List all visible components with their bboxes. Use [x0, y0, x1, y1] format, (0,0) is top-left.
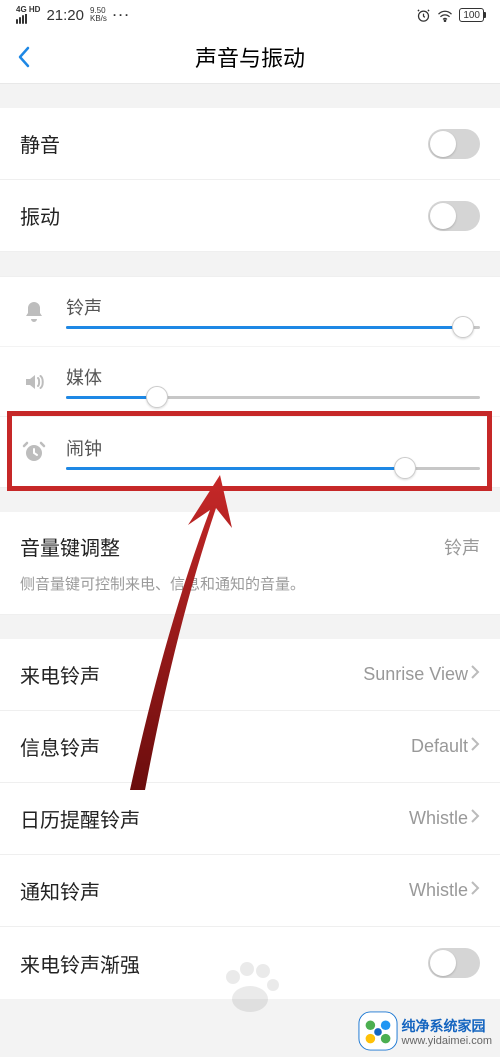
calendar-ringtone-label: 日历提醒铃声 [20, 804, 140, 833]
status-left-cluster: 4G HD 21:20 9.50 KB/s ··· [16, 6, 131, 24]
incoming-ringtone-label: 来电铃声 [20, 660, 100, 689]
notification-ringtone-value: Whistle [409, 880, 468, 901]
section-spacer [0, 84, 500, 108]
row-vibration[interactable]: 振动 [0, 180, 500, 252]
status-bar: 4G HD 21:20 9.50 KB/s ··· 100 [0, 0, 500, 30]
chevron-right-icon [470, 736, 480, 757]
volume-key-value: 铃声 [444, 534, 480, 560]
alarm-slider[interactable] [66, 467, 480, 470]
watermark-url: www.yidaimei.com [402, 1036, 492, 1047]
alarm-slider-body: 闹钟 [66, 435, 480, 470]
ringtone-slider-label: 铃声 [66, 294, 480, 320]
page-title: 声音与振动 [0, 41, 500, 73]
incoming-ringtone-value: Sunrise View [363, 664, 468, 685]
vibration-label: 振动 [20, 201, 60, 230]
mute-label: 静音 [20, 129, 60, 158]
media-slider-body: 媒体 [66, 364, 480, 399]
mute-toggle[interactable] [428, 129, 480, 159]
status-right-cluster: 100 [416, 8, 484, 23]
message-ringtone-value: Default [411, 736, 468, 757]
slider-row-media: 媒体 [0, 347, 500, 417]
vibration-toggle[interactable] [428, 201, 480, 231]
row-message-ringtone[interactable]: 信息铃声 Default [0, 711, 500, 783]
watermark-logo-icon [358, 1011, 398, 1051]
watermark-ghost-icon [0, 957, 500, 1017]
row-mute[interactable]: 静音 [0, 108, 500, 180]
row-notification-ringtone[interactable]: 通知铃声 Whistle [0, 855, 500, 927]
section-spacer [0, 615, 500, 639]
notification-ringtone-label: 通知铃声 [20, 876, 100, 905]
bell-icon [20, 300, 48, 324]
status-more-icon: ··· [113, 8, 131, 22]
slider-row-ringtone: 铃声 [0, 277, 500, 347]
media-slider-label: 媒体 [66, 364, 480, 390]
chevron-right-icon [470, 880, 480, 901]
navigation-bar: 声音与振动 [0, 30, 500, 84]
watermark: 纯净系统家园 www.yidaimei.com [358, 1011, 492, 1051]
back-button[interactable] [0, 30, 48, 84]
slider-row-alarm: 闹钟 [0, 417, 500, 487]
status-network-speed: 9.50 KB/s [90, 7, 107, 23]
volume-key-label: 音量键调整 [20, 532, 120, 561]
row-volume-key[interactable]: 音量键调整 铃声 [0, 512, 500, 567]
alarm-slider-label: 闹钟 [66, 435, 480, 461]
status-time: 21:20 [46, 7, 84, 24]
row-calendar-ringtone[interactable]: 日历提醒铃声 Whistle [0, 783, 500, 855]
alarm-icon [416, 8, 431, 23]
speaker-icon [20, 370, 48, 394]
chevron-right-icon [470, 664, 480, 685]
chevron-right-icon [470, 808, 480, 829]
section-spacer [0, 252, 500, 276]
alarm-clock-icon [20, 440, 48, 464]
message-ringtone-label: 信息铃声 [20, 732, 100, 761]
ringtone-slider-body: 铃声 [66, 294, 480, 329]
row-incoming-ringtone[interactable]: 来电铃声 Sunrise View [0, 639, 500, 711]
watermark-title: 纯净系统家园 [402, 1016, 492, 1036]
section-spacer [0, 488, 500, 512]
ringtone-slider[interactable] [66, 326, 480, 329]
battery-indicator: 100 [459, 8, 484, 22]
volume-key-help: 侧音量键可控制来电、信息和通知的音量。 [0, 567, 500, 615]
volume-sliders-section: 铃声 媒体 闹钟 [0, 276, 500, 488]
media-slider[interactable] [66, 396, 480, 399]
network-icon: 4G HD [16, 6, 40, 24]
calendar-ringtone-value: Whistle [409, 808, 468, 829]
wifi-icon [437, 9, 453, 22]
